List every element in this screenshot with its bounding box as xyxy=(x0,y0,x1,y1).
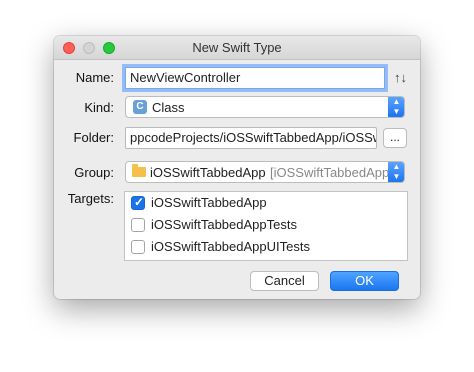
chevron-up-down-icon: ▲ ▼ xyxy=(388,162,404,182)
target-checkbox[interactable] xyxy=(131,240,145,254)
folder-field[interactable]: ppcodeProjects/iOSSwiftTabbedApp/iOSSw xyxy=(125,127,377,149)
group-value: iOSSwiftTabbedApp xyxy=(150,165,266,180)
group-path: [iOSSwiftTabbedApp xyxy=(270,165,390,180)
targets-label: Targets: xyxy=(67,191,114,206)
kind-popup[interactable]: C Class ▲ ▼ xyxy=(125,96,405,118)
class-icon: C xyxy=(133,100,147,114)
target-checkbox[interactable] xyxy=(131,218,145,232)
name-value: NewViewController xyxy=(130,70,241,85)
folder-value: ppcodeProjects/iOSSwiftTabbedApp/iOSSw xyxy=(130,130,377,145)
cancel-button[interactable]: Cancel xyxy=(250,271,319,291)
folder-icon xyxy=(132,164,146,177)
window-title: New Swift Type xyxy=(192,40,282,55)
targets-list: iOSSwiftTabbedApp iOSSwiftTabbedAppTests… xyxy=(124,191,408,261)
ok-button[interactable]: OK xyxy=(330,271,399,291)
name-label: Name: xyxy=(75,70,114,85)
sort-icon[interactable]: ↑↓ xyxy=(394,70,407,85)
new-swift-type-dialog: New Swift Type Name: NewViewController ↑… xyxy=(54,36,420,299)
target-label: iOSSwiftTabbedApp xyxy=(151,195,267,210)
kind-value: Class xyxy=(152,100,185,115)
target-label: iOSSwiftTabbedAppTests xyxy=(151,217,297,232)
chevron-up-down-icon: ▲ ▼ xyxy=(388,97,404,117)
folder-label: Folder: xyxy=(73,130,114,145)
group-label: Group: xyxy=(74,165,114,180)
group-popup[interactable]: iOSSwiftTabbedApp [iOSSwiftTabbedApp ▲ ▼ xyxy=(125,161,405,183)
kind-label: Kind: xyxy=(84,100,114,115)
browse-button[interactable]: ... xyxy=(383,128,407,148)
checkmark-icon[interactable] xyxy=(131,195,145,210)
title-bar: New Swift Type xyxy=(54,36,420,60)
target-label: iOSSwiftTabbedAppUITests xyxy=(151,239,310,254)
name-field[interactable]: NewViewController xyxy=(125,67,385,89)
